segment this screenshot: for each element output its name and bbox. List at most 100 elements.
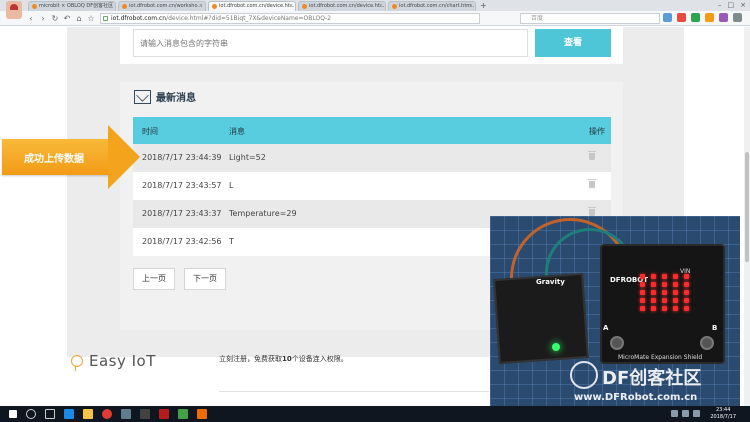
calculator-icon[interactable] xyxy=(121,409,131,419)
edge-icon[interactable] xyxy=(64,409,74,419)
url-path: /device.html#?did=51Biqt_7X&deviceName=O… xyxy=(166,15,332,22)
button-b-label: B xyxy=(712,324,718,332)
search-icon[interactable] xyxy=(26,409,36,419)
upload-success-callout: 成功上传数据 xyxy=(2,125,140,189)
camera-video-overlay: Gravity DFROBOT VIN A B MicroMate Expans… xyxy=(490,216,740,406)
new-tab-button[interactable]: + xyxy=(480,1,487,11)
prev-page-button[interactable]: 上一页 xyxy=(133,268,175,290)
volume-icon[interactable] xyxy=(682,410,689,417)
trash-icon[interactable] xyxy=(588,151,596,160)
clock-time: 23:44 xyxy=(715,407,731,413)
led-matrix xyxy=(640,274,692,311)
footer-signup-text: 立刻注册，免费获取10个设备连入权限。 xyxy=(219,354,348,364)
browser-tab-4[interactable]: iot.dfrobot.com.cn/device.ht... × xyxy=(298,1,386,11)
table-header: 时间 消息 操作 xyxy=(133,117,611,144)
forward-icon[interactable]: › xyxy=(38,14,48,23)
row-time: 2018/7/17 23:43:37 xyxy=(142,209,222,218)
scrollbar-thumb[interactable] xyxy=(745,152,749,262)
maximize-icon[interactable]: □ xyxy=(728,1,735,9)
tab-favicon xyxy=(212,4,217,9)
menu-icon[interactable] xyxy=(733,13,742,22)
explorer-icon[interactable] xyxy=(83,409,93,419)
view-button[interactable]: 查看 xyxy=(535,29,611,57)
tab-label: iot.dfrobot.com.cn/chart.htm... xyxy=(399,3,476,9)
windows-taskbar: 23:44 2018/7/17 xyxy=(0,406,750,422)
lock-icon xyxy=(103,16,108,21)
tab-favicon xyxy=(122,4,127,9)
url-field[interactable]: iot.dfrobot.com.cn/device.html#?did=51Bi… xyxy=(100,13,480,24)
tab-label: iot.dfrobot.com.cn/device.ht... xyxy=(309,3,385,9)
home-icon[interactable]: ⌂ xyxy=(74,14,84,23)
column-message: 消息 xyxy=(229,127,245,136)
trash-icon[interactable] xyxy=(588,207,596,216)
tab-favicon xyxy=(302,4,307,9)
close-window-icon[interactable]: × xyxy=(740,1,746,9)
callout-text: 成功上传数据 xyxy=(24,154,84,165)
close-icon[interactable]: × xyxy=(199,2,203,11)
reload-icon[interactable]: ↻ xyxy=(50,14,60,23)
shield-icon[interactable] xyxy=(691,13,700,22)
network-icon[interactable] xyxy=(671,410,678,417)
search-engine-label: 百度 xyxy=(531,15,544,22)
star-icon[interactable]: ☆ xyxy=(86,14,96,23)
task-view-icon[interactable] xyxy=(45,409,55,419)
messages-header: 最新消息 xyxy=(134,89,196,104)
button-b xyxy=(700,336,714,350)
tab-favicon xyxy=(32,4,37,9)
envelope-icon xyxy=(134,89,151,104)
browser-tab-5[interactable]: iot.dfrobot.com.cn/chart.htm... × xyxy=(388,1,476,11)
mind-plus-icon[interactable] xyxy=(178,409,188,419)
row-time: 2018/7/17 23:42:56 xyxy=(142,237,222,246)
arrow-head xyxy=(108,125,140,189)
clock-date: 2018/7/17 xyxy=(710,414,736,420)
browser-tab-1[interactable]: microbit × OBLOQ DF创客社区 × xyxy=(28,1,116,11)
battery-icon[interactable] xyxy=(693,410,700,417)
green-led xyxy=(552,343,560,351)
row-message: L xyxy=(229,181,234,190)
trash-icon[interactable] xyxy=(588,179,596,188)
url-domain: iot.dfrobot.com.cn xyxy=(111,15,167,22)
back-icon[interactable]: ‹ xyxy=(26,14,36,23)
taskbar-clock[interactable]: 23:44 2018/7/17 xyxy=(710,407,736,421)
start-icon[interactable] xyxy=(9,410,17,418)
footer-brand: Easy IoT xyxy=(89,352,156,370)
row-time: 2018/7/17 23:43:57 xyxy=(142,181,222,190)
extension-icon[interactable] xyxy=(663,13,672,22)
next-page-button[interactable]: 下一页 xyxy=(184,268,226,290)
bookmark-icon[interactable] xyxy=(705,13,714,22)
tab-label: iot.dfrobot.com.cn/device.ht... xyxy=(219,3,295,9)
table-row: 2018/7/17 23:43:57 L xyxy=(133,172,611,200)
chrome-icon[interactable] xyxy=(102,409,112,419)
row-message: Temperature=29 xyxy=(229,209,297,218)
tab-bar: microbit × OBLOQ DF创客社区 × iot.dfrobot.com… xyxy=(0,0,750,11)
browser-tab-3[interactable]: iot.dfrobot.com.cn/device.ht... × xyxy=(208,1,296,11)
footer-device-count: 10 xyxy=(282,355,292,363)
browser-app-icon[interactable] xyxy=(197,409,207,419)
button-a-label: A xyxy=(603,324,609,332)
close-icon[interactable]: × xyxy=(289,2,293,11)
footer-text-before: 立刻注册，免费获取 xyxy=(219,355,282,363)
minimize-icon[interactable]: – xyxy=(718,1,722,9)
close-icon[interactable]: × xyxy=(379,2,383,11)
footer-text-after: 个设备连入权限。 xyxy=(291,355,348,363)
window-controls: – □ × xyxy=(718,1,746,9)
lightbulb-logo-icon xyxy=(71,355,83,371)
user-avatar[interactable] xyxy=(6,1,22,19)
download-icon[interactable] xyxy=(719,13,728,22)
row-message: Light=52 xyxy=(229,153,266,162)
row-time: 2018/7/17 23:44:39 xyxy=(142,153,222,162)
column-action: 操作 xyxy=(589,127,605,136)
obloq-module xyxy=(493,272,589,365)
watermark-url: www.DFRobot.com.cn xyxy=(574,392,698,403)
browser-search-field[interactable]: 百度 xyxy=(520,13,660,24)
recorder-icon[interactable] xyxy=(159,409,169,419)
undo-icon[interactable]: ↶ xyxy=(62,14,72,23)
browser-tab-2[interactable]: iot.dfrobot.com.cn/worksho... × xyxy=(118,1,206,11)
vertical-scrollbar[interactable] xyxy=(744,27,750,406)
column-time: 时间 xyxy=(142,127,158,136)
app-icon[interactable] xyxy=(140,409,150,419)
close-icon[interactable]: × xyxy=(109,2,113,11)
close-icon[interactable]: × xyxy=(469,2,473,11)
adblock-icon[interactable] xyxy=(677,13,686,22)
message-search-input[interactable] xyxy=(133,29,528,57)
